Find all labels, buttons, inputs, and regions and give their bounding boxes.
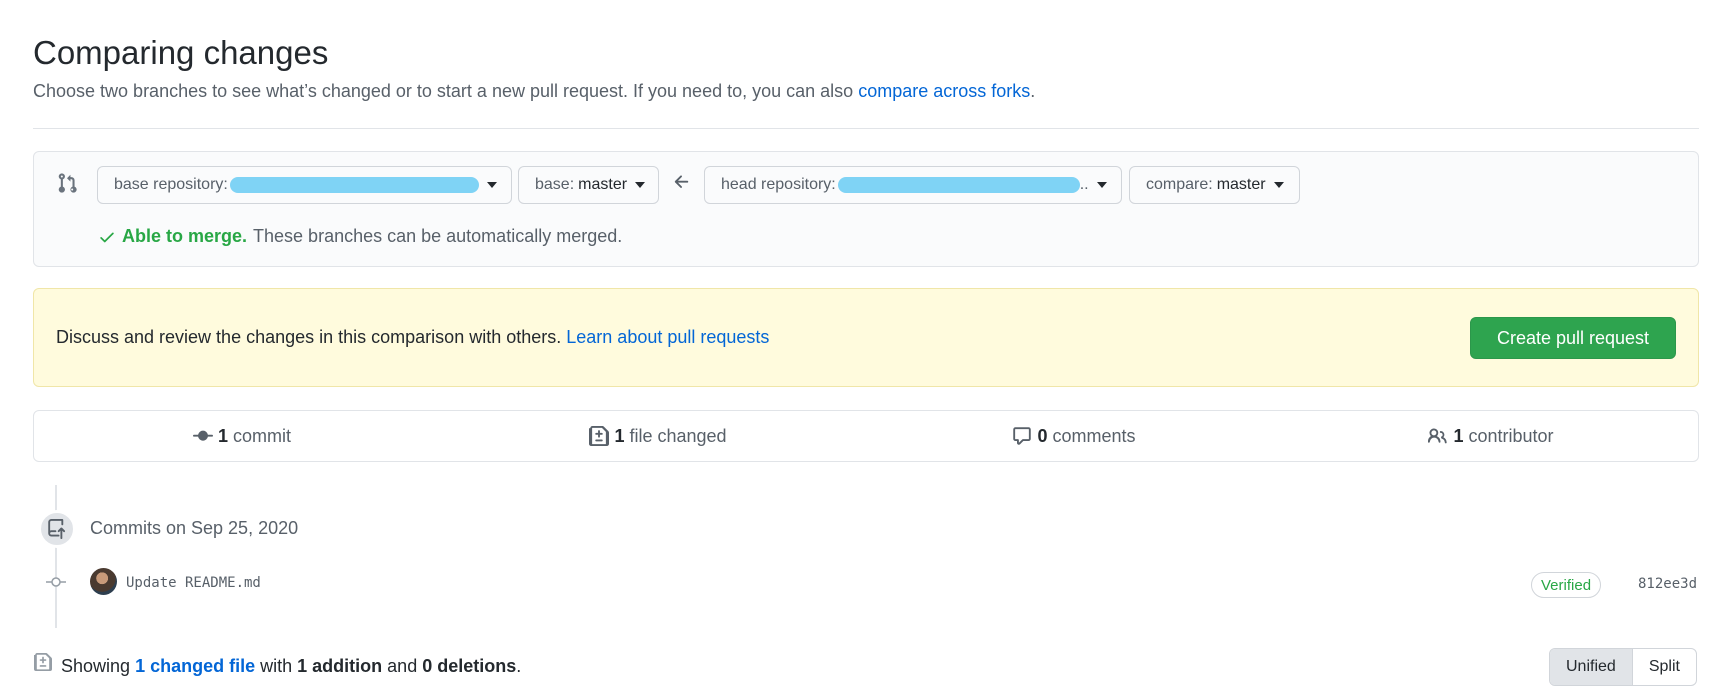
base-repository-label: base repository: — [114, 176, 228, 193]
chevron-down-icon — [1096, 182, 1107, 188]
overall-summary: 1 commit 1 file changed 0 comments 1 con… — [33, 410, 1699, 462]
base-branch-value: master — [578, 176, 628, 193]
additions-count: 1 addition — [297, 656, 383, 676]
compare-branch-select[interactable]: compare: master — [1129, 166, 1300, 204]
summary-commits[interactable]: 1 commit — [34, 411, 450, 461]
deletions-count: 0 deletions — [422, 656, 517, 676]
verified-badge[interactable]: Verified — [1531, 572, 1602, 598]
comments-label: comments — [1052, 425, 1136, 446]
flash-text: Discuss and review the changes in this c… — [56, 327, 562, 347]
subtitle-text: Choose two branches to see what’s change… — [33, 81, 854, 101]
header-divider — [33, 128, 1699, 129]
people-icon — [1428, 428, 1448, 444]
commit-icon — [192, 430, 213, 441]
head-repository-suffix: .. — [1079, 176, 1089, 193]
merge-status-label: Able to merge. — [122, 226, 248, 246]
diffstat-summary: Showing 1 changed file with 1 addition a… — [61, 656, 521, 677]
comment-icon — [1013, 427, 1032, 445]
pull-request-flash: Discuss and review the changes in this c… — [33, 288, 1699, 387]
range-editor: base repository: base: master head repos… — [33, 151, 1699, 267]
head-repository-select[interactable]: head repository: .. — [704, 166, 1122, 204]
files-changed-label: file changed — [629, 425, 727, 446]
base-branch-label: base: — [535, 176, 575, 193]
create-pull-request-button[interactable]: Create pull request — [1470, 317, 1676, 359]
commit-node-icon — [46, 577, 66, 587]
summary-contributors[interactable]: 1 contributor — [1282, 411, 1698, 461]
compare-branch-label: compare: — [1146, 176, 1213, 193]
commit-message-link[interactable]: Update README.md — [126, 575, 261, 591]
redacted-base-repository — [229, 177, 479, 193]
diff-view-toggle: Unified Split — [1549, 648, 1697, 686]
flash-message: Discuss and review the changes in this c… — [56, 327, 769, 348]
compare-branch-value: master — [1216, 176, 1266, 193]
check-icon — [100, 232, 114, 242]
commit-sha-link[interactable]: 812ee3d — [1638, 576, 1697, 592]
files-changed-count: 1 — [614, 425, 625, 446]
contributors-count: 1 — [1453, 425, 1464, 446]
unified-view-button[interactable]: Unified — [1550, 649, 1633, 685]
commits-timeline — [55, 485, 57, 628]
file-diff-icon — [589, 426, 610, 446]
file-diff-icon — [34, 653, 52, 671]
page-subtitle: Choose two branches to see what’s change… — [33, 81, 1035, 102]
chevron-down-icon — [1273, 182, 1284, 188]
merge-status: Able to merge. These branches can be aut… — [98, 226, 622, 247]
compare-across-forks-link[interactable]: compare across forks — [858, 81, 1030, 101]
base-repository-select[interactable]: base repository: — [97, 166, 512, 204]
commits-count: 1 — [217, 425, 228, 446]
diffstat-end: . — [516, 656, 522, 676]
base-branch-select[interactable]: base: master — [518, 166, 659, 204]
diffstat-prefix: Showing — [61, 656, 131, 676]
changed-files-link[interactable]: 1 changed file — [135, 656, 255, 676]
chevron-down-icon — [635, 182, 646, 188]
diffstat-and: and — [387, 656, 418, 676]
repo-push-icon — [48, 519, 66, 539]
chevron-down-icon — [487, 182, 497, 188]
head-repository-label: head repository: — [721, 176, 836, 193]
comments-count: 0 — [1037, 425, 1048, 446]
subtitle-end: . — [1030, 81, 1036, 101]
summary-comments[interactable]: 0 comments — [866, 411, 1282, 461]
page-title: Comparing changes — [33, 34, 329, 71]
contributors-label: contributor — [1468, 425, 1554, 446]
repo-push-badge — [38, 510, 76, 548]
merge-status-detail: These branches can be automatically merg… — [253, 226, 623, 246]
diffstat-with: with — [260, 656, 293, 676]
redacted-head-repository — [837, 177, 1080, 193]
compare-branches-icon — [58, 173, 77, 193]
summary-files-changed[interactable]: 1 file changed — [450, 411, 866, 461]
commits-date-header: Commits on Sep 25, 2020 — [90, 518, 299, 538]
commits-label: commit — [233, 425, 291, 446]
arrow-left-icon — [674, 175, 689, 188]
learn-about-pull-requests-link[interactable]: Learn about pull requests — [566, 327, 769, 347]
split-view-button[interactable]: Split — [1633, 649, 1696, 685]
avatar[interactable] — [90, 568, 117, 595]
